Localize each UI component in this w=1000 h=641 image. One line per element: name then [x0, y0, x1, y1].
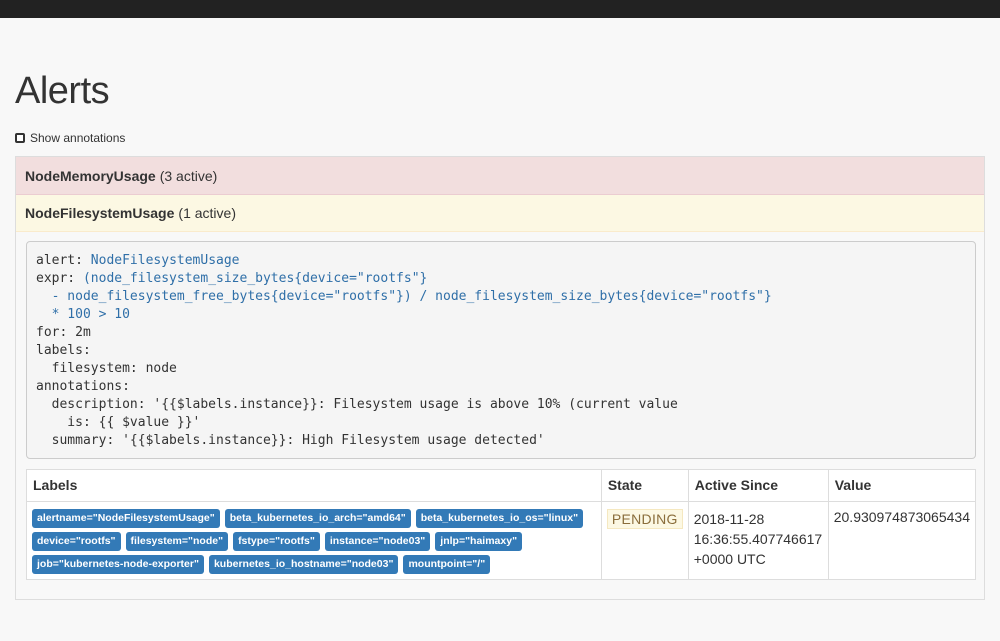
rule-line: description: '{{$labels.instance}}: File…: [36, 396, 966, 414]
alert-group-node-memory-usage[interactable]: NodeMemoryUsage (3 active): [16, 157, 984, 195]
label-badge: kubernetes_io_hostname="node03": [208, 555, 399, 574]
rule-token: - node_filesystem_free_bytes{device="roo…: [36, 289, 772, 304]
rule-token: labels:: [36, 343, 91, 358]
rule-line: annotations:: [36, 378, 966, 396]
rule-line: * 100 > 10: [36, 306, 966, 324]
rule-token: for: 2m: [36, 325, 91, 340]
show-annotations-checkbox[interactable]: [15, 133, 25, 143]
rule-line: - node_filesystem_free_bytes{device="roo…: [36, 288, 966, 306]
label-badge: mountpoint="/": [403, 555, 491, 574]
label-badge: instance="node03": [324, 532, 431, 551]
alert-rule-definition: alert: NodeFilesystemUsage expr: (node_fi…: [26, 241, 976, 459]
table-row: alertname="NodeFilesystemUsage" beta_kube…: [26, 501, 977, 580]
value-cell: 20.930974873065434: [827, 501, 977, 580]
alert-group-name: NodeMemoryUsage: [25, 167, 156, 184]
alert-group-node-filesystem-usage[interactable]: NodeFilesystemUsage (1 active): [16, 195, 984, 232]
rule-token: * 100 > 10: [36, 307, 130, 322]
rule-line: alert: NodeFilesystemUsage: [36, 252, 966, 270]
label-badge: fstype="rootfs": [233, 532, 320, 551]
rule-token: annotations:: [36, 379, 130, 394]
rule-token: description: '{{$labels.instance}}: File…: [36, 397, 678, 412]
label-badge: filesystem="node": [125, 532, 229, 551]
state-badge: PENDING: [606, 509, 683, 529]
rule-line: is: {{ $value }}': [36, 414, 966, 432]
rule-token: alert:: [36, 253, 91, 268]
alert-group-count: (1 active): [178, 205, 236, 221]
active-since-zone: +0000 UTC: [693, 551, 766, 567]
header-active-since: Active Since: [687, 469, 829, 502]
header-labels: Labels: [26, 469, 602, 502]
show-annotations-toggle[interactable]: Show annotations: [15, 131, 125, 145]
rule-line: for: 2m: [36, 324, 966, 342]
alerts-panel: NodeMemoryUsage (3 active) NodeFilesyste…: [15, 156, 985, 600]
rule-token: summary: '{{$labels.instance}}: High Fil…: [36, 433, 545, 448]
rule-token: expr:: [36, 271, 83, 286]
rule-line: expr: (node_filesystem_size_bytes{device…: [36, 270, 966, 288]
table-header-row: Labels State Active Since Value: [26, 469, 977, 502]
rule-token: filesystem: node: [36, 361, 177, 376]
labels-cell: alertname="NodeFilesystemUsage" beta_kube…: [26, 501, 602, 580]
active-since-time: 16:36:55.407746617: [693, 531, 823, 547]
show-annotations-label: Show annotations: [30, 131, 126, 145]
active-since-date: 2018-11-28: [693, 511, 765, 527]
page-title: Alerts: [15, 70, 110, 112]
rule-token: is: {{ $value }}': [36, 415, 201, 430]
label-badge-list: alertname="NodeFilesystemUsage" beta_kube…: [32, 509, 596, 574]
active-alerts-table: Labels State Active Since Value alertnam…: [26, 469, 977, 580]
rule-token: (node_filesystem_size_bytes{device="root…: [82, 271, 428, 286]
active-since-cell: 2018-11-28 16:36:55.407746617 +0000 UTC: [687, 501, 829, 580]
alert-group-count: (3 active): [159, 167, 218, 184]
rule-token: NodeFilesystemUsage: [90, 253, 240, 268]
rule-line: filesystem: node: [36, 360, 966, 378]
label-badge: beta_kubernetes_io_arch="amd64": [224, 509, 411, 528]
label-badge: device="rootfs": [32, 532, 121, 551]
alert-group-name: NodeFilesystemUsage: [25, 205, 175, 221]
header-value: Value: [827, 469, 977, 502]
header-state: State: [600, 469, 689, 502]
state-cell: PENDING: [600, 501, 689, 580]
label-badge: jnlp="haimaxy": [435, 532, 523, 551]
rule-line: summary: '{{$labels.instance}}: High Fil…: [36, 432, 966, 450]
label-badge: alertname="NodeFilesystemUsage": [32, 509, 220, 528]
rule-line: labels:: [36, 342, 966, 360]
label-badge: beta_kubernetes_io_os="linux": [415, 509, 584, 528]
top-navbar: [0, 0, 1000, 18]
label-badge: job="kubernetes-node-exporter": [32, 555, 204, 574]
